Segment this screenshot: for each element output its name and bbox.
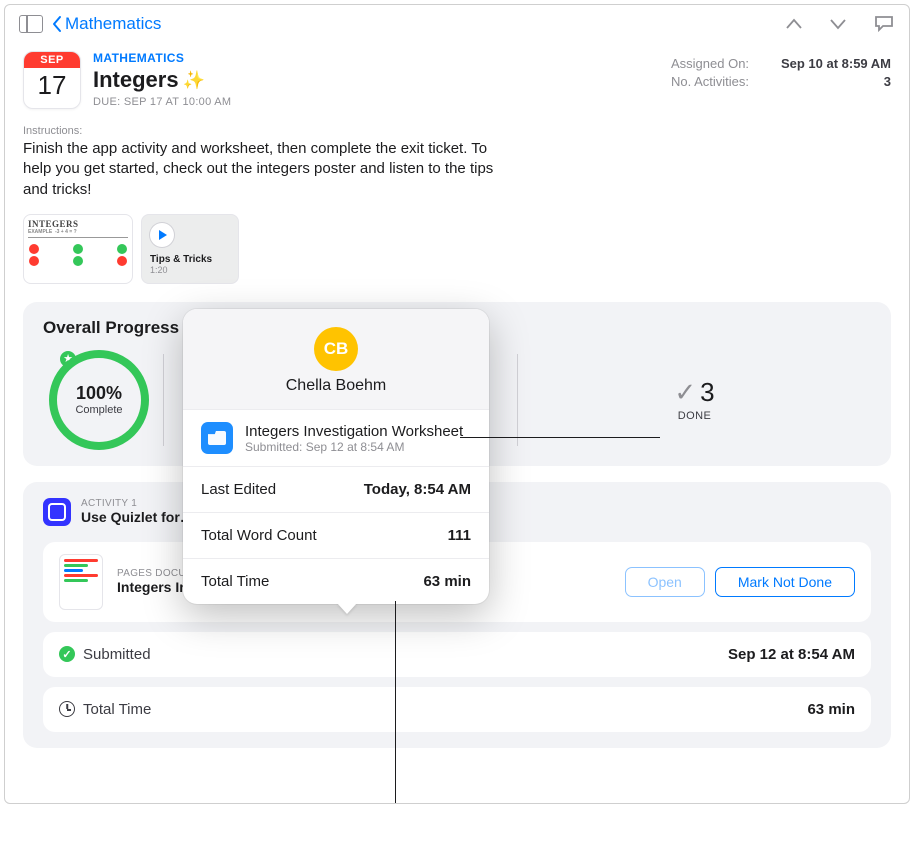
popover-total-time-value: 63 min xyxy=(423,573,471,590)
word-count-key: Total Word Count xyxy=(201,527,317,544)
due-label: DUE: SEP 17 AT 10:00 AM xyxy=(93,96,659,108)
sidebar-toggle-icon[interactable] xyxy=(19,15,43,33)
progress-complete-label: Complete xyxy=(75,404,122,416)
tips-duration: 1:20 xyxy=(150,265,230,275)
done-label: DONE xyxy=(678,410,711,422)
popover-total-time-key: Total Time xyxy=(201,573,269,590)
calendar-day: 17 xyxy=(24,68,80,98)
assigned-on-key: Assigned On: xyxy=(671,56,749,71)
folder-icon xyxy=(201,422,233,454)
instructions-label: Instructions: xyxy=(5,109,909,139)
tips-name: Tips & Tricks xyxy=(150,254,230,265)
submitted-row: ✓ Submitted Sep 12 at 8:54 AM xyxy=(43,632,871,677)
progress-percent: 100% xyxy=(76,383,122,404)
attachments-row: INTEGERS EXAMPLE -3 + 4 = ? Tips & Trick… xyxy=(5,200,909,302)
activity-caption: ACTIVITY 1 xyxy=(81,498,194,509)
chevron-down-icon[interactable] xyxy=(829,17,847,31)
total-time-value: 63 min xyxy=(807,701,855,718)
total-time-row: Total Time 63 min xyxy=(43,687,871,732)
check-icon: ✓ xyxy=(674,377,696,408)
submitted-check-icon: ✓ xyxy=(59,646,75,662)
calendar-tile: SEP 17 xyxy=(23,51,81,109)
word-count-value: 111 xyxy=(448,527,471,544)
assignment-title: Integers ✨ xyxy=(93,67,659,93)
document-thumbnail-icon xyxy=(59,554,103,610)
category-label: MATHEMATICS xyxy=(93,51,659,65)
open-button[interactable]: Open xyxy=(625,567,705,597)
mark-not-done-button[interactable]: Mark Not Done xyxy=(715,567,855,597)
app-frame: Mathematics SEP 17 MATHEMATICS Integers … xyxy=(4,4,910,804)
student-name: Chella Boehm xyxy=(286,377,387,395)
activities-count-value: 3 xyxy=(884,74,891,89)
calendar-month: SEP xyxy=(24,52,80,68)
instructions-body: Finish the app activity and worksheet, t… xyxy=(5,139,525,200)
activity-name: Use Quizlet for… xyxy=(81,509,194,525)
comment-icon[interactable] xyxy=(873,14,895,34)
assigned-on-value: Sep 10 at 8:59 AM xyxy=(781,56,891,71)
top-bar: Mathematics xyxy=(5,5,909,43)
last-edited-key: Last Edited xyxy=(201,481,276,498)
activities-count-key: No. Activities: xyxy=(671,74,749,89)
callout-leader-top xyxy=(460,437,660,438)
back-label-text: Mathematics xyxy=(65,14,161,34)
last-edited-value: Today, 8:54 AM xyxy=(364,481,471,498)
popover-file-item[interactable]: Integers Investigation Worksheet Submitt… xyxy=(201,422,471,454)
clock-icon xyxy=(59,701,75,717)
progress-ring: 100% Complete xyxy=(49,350,149,450)
assignment-meta: Assigned On: Sep 10 at 8:59 AM No. Activ… xyxy=(671,51,891,109)
poster-title: INTEGERS xyxy=(28,219,128,229)
popover-file-subtitle: Submitted: Sep 12 at 8:54 AM xyxy=(245,440,463,454)
assignment-header: SEP 17 MATHEMATICS Integers ✨ DUE: SEP 1… xyxy=(5,43,909,109)
popover-file-title: Integers Investigation Worksheet xyxy=(245,423,463,440)
done-count: 3 xyxy=(700,377,714,408)
submitted-value: Sep 12 at 8:54 AM xyxy=(728,646,855,663)
popover-word-count-row: Total Word Count 111 xyxy=(183,512,489,558)
poster-attachment[interactable]: INTEGERS EXAMPLE -3 + 4 = ? xyxy=(23,214,133,284)
submitted-key: Submitted xyxy=(83,646,151,663)
chevron-left-icon xyxy=(51,15,63,33)
student-avatar: CB xyxy=(314,327,358,371)
sparkles-icon: ✨ xyxy=(183,70,205,91)
popover-last-edited-row: Last Edited Today, 8:54 AM xyxy=(183,466,489,512)
student-popover: CB Chella Boehm Integers Investigation W… xyxy=(183,309,489,604)
popover-total-time-row: Total Time 63 min xyxy=(183,558,489,604)
back-button[interactable]: Mathematics xyxy=(51,14,161,34)
play-icon xyxy=(150,223,174,247)
quizlet-icon xyxy=(43,498,71,526)
chevron-up-icon[interactable] xyxy=(785,17,803,31)
total-time-key: Total Time xyxy=(83,701,151,718)
callout-leader-bottom xyxy=(395,601,396,804)
tips-attachment[interactable]: Tips & Tricks 1:20 xyxy=(141,214,239,284)
